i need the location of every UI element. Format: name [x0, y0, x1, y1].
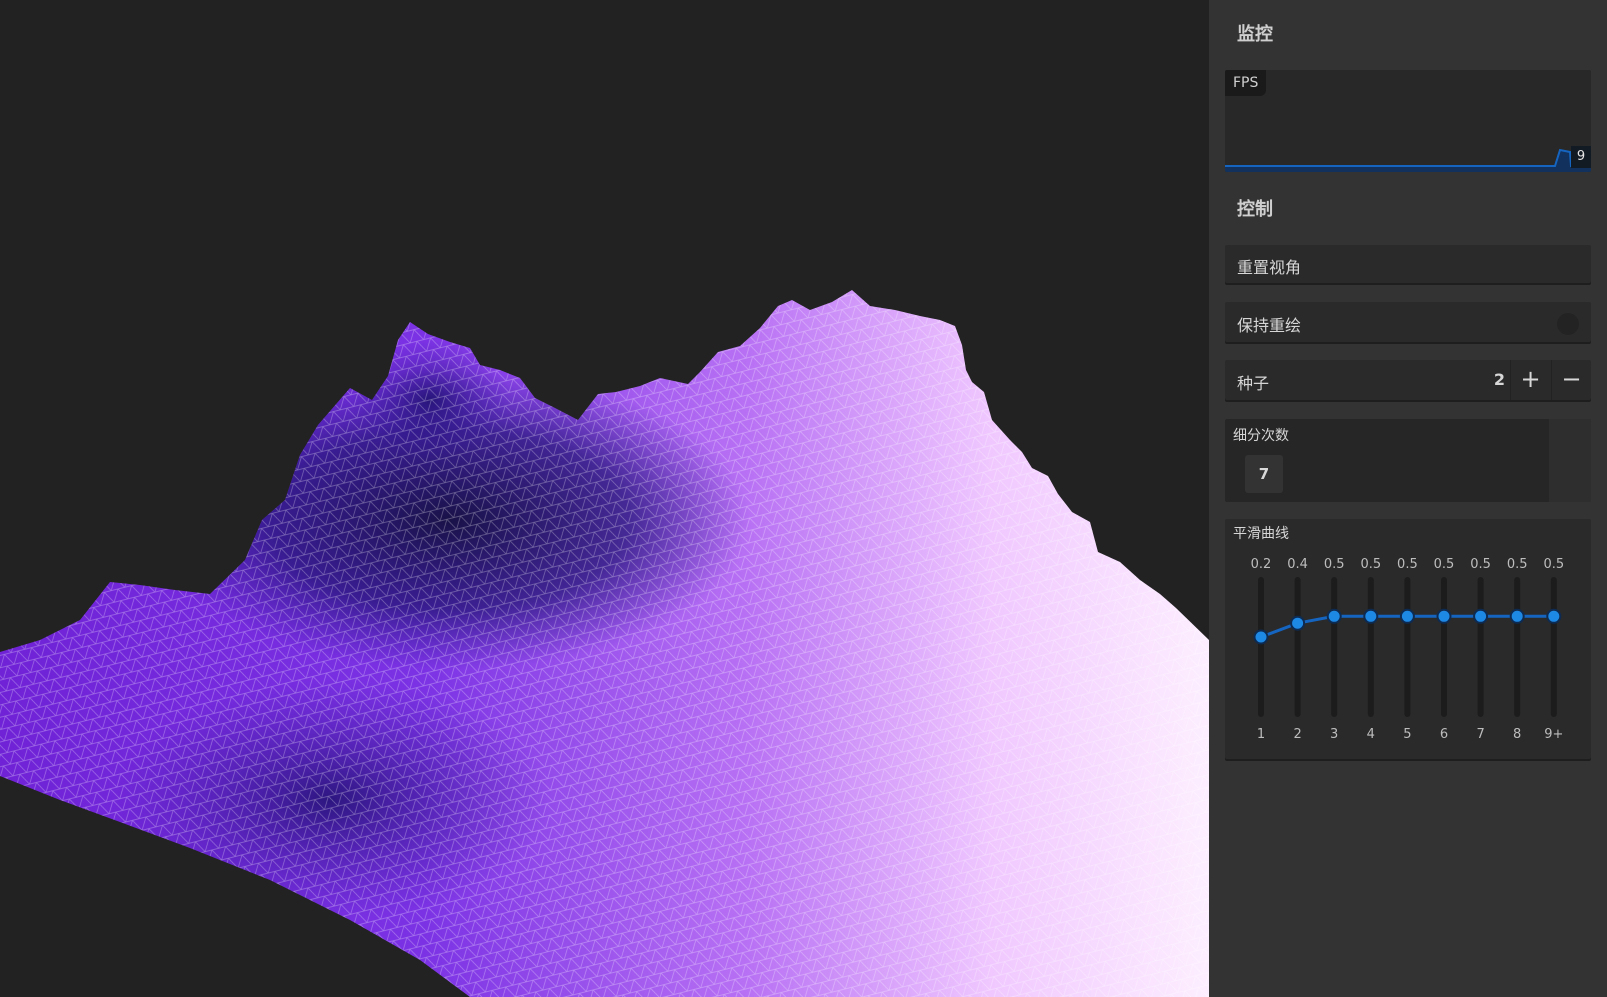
fps-label: FPS — [1225, 70, 1267, 96]
curve-slider-handle[interactable] — [1363, 608, 1379, 624]
keep-redraw-label: 保持重绘 — [1237, 316, 1302, 335]
curve-slider-handle[interactable] — [1253, 629, 1269, 645]
toggle-indicator[interactable] — [1557, 313, 1579, 335]
curve-index-label: 7 — [1476, 727, 1484, 742]
subdivisions-label: 细分次数 — [1233, 428, 1289, 444]
3d-viewport[interactable] — [0, 0, 1209, 997]
curve-value-label: 0.5 — [1324, 557, 1345, 572]
curve-slider-track[interactable] — [1404, 577, 1411, 717]
curve-slider-handle[interactable] — [1290, 615, 1306, 631]
reset-view-label: 重置视角 — [1237, 258, 1302, 277]
curve-index-label: 4 — [1367, 727, 1375, 742]
seed-value[interactable]: 2 — [1494, 370, 1505, 389]
subdivisions-slider-area[interactable] — [1549, 419, 1591, 502]
subdivisions-value[interactable]: 7 — [1245, 455, 1283, 493]
curve-value-label: 0.5 — [1543, 557, 1564, 572]
curve-slider-track[interactable] — [1514, 577, 1521, 717]
curve-slider-handle[interactable] — [1399, 608, 1415, 624]
curve-index-label: 3 — [1330, 727, 1338, 742]
fps-monitor: FPS 9 — [1225, 70, 1591, 172]
curve-slider-handle[interactable] — [1509, 608, 1525, 624]
fps-value: 9 — [1571, 146, 1591, 168]
curve-slider-track[interactable] — [1550, 577, 1557, 717]
smooth-curve-sliders[interactable]: 0.2 1 0.4 2 0.5 3 0.5 4 0.5 5 0.5 6 0.5 7 0.5 8 0.5 9+ — [1225, 519, 1591, 759]
fps-graph — [1225, 148, 1591, 172]
curve-slider-track[interactable] — [1477, 577, 1484, 717]
side-panel: 监控 FPS 9 控制 重置视角 保持重绘 种子 2 + − 细分次数 7 平滑… — [1209, 0, 1607, 997]
curve-value-label: 0.4 — [1287, 557, 1308, 572]
curve-slider-track[interactable] — [1331, 577, 1338, 717]
terrain-mesh[interactable] — [0, 0, 1209, 997]
curve-value-label: 0.5 — [1470, 557, 1491, 572]
seed-increment-button[interactable]: + — [1510, 360, 1550, 400]
curve-value-label: 0.5 — [1434, 557, 1455, 572]
curve-index-label: 6 — [1440, 727, 1448, 742]
curve-slider-track[interactable] — [1367, 577, 1374, 717]
controls-title: 控制 — [1237, 199, 1273, 220]
curve-slider-track[interactable] — [1294, 577, 1301, 717]
curve-slider-handle[interactable] — [1436, 608, 1452, 624]
smooth-curve-editor: 平滑曲线 0.2 1 0.4 2 0.5 3 0.5 4 0.5 5 0.5 6 0.5 7 0.5 8 0.5… — [1225, 519, 1591, 759]
subdivisions-control: 细分次数 7 — [1225, 419, 1591, 502]
curve-value-label: 0.5 — [1507, 557, 1528, 572]
curve-index-label: 5 — [1403, 727, 1411, 742]
curve-slider-handle[interactable] — [1326, 608, 1342, 624]
seed-label: 种子 — [1237, 374, 1270, 393]
reset-view-button[interactable]: 重置视角 — [1225, 245, 1591, 283]
curve-slider-handle[interactable] — [1473, 608, 1489, 624]
curve-value-label: 0.2 — [1251, 557, 1272, 572]
seed-stepper: 种子 2 + − — [1225, 360, 1591, 400]
curve-index-label: 9+ — [1544, 727, 1563, 742]
curve-slider-handle[interactable] — [1546, 608, 1562, 624]
keep-redraw-toggle[interactable]: 保持重绘 — [1225, 302, 1591, 342]
curve-index-label: 1 — [1257, 727, 1265, 742]
curve-slider-track[interactable] — [1258, 577, 1264, 717]
curve-value-label: 0.5 — [1360, 557, 1381, 572]
curve-value-label: 0.5 — [1397, 557, 1418, 572]
curve-index-label: 2 — [1293, 727, 1301, 742]
monitor-title: 监控 — [1237, 24, 1273, 45]
seed-decrement-button[interactable]: − — [1551, 360, 1591, 400]
curve-index-label: 8 — [1513, 727, 1521, 742]
curve-slider-track[interactable] — [1441, 577, 1447, 717]
